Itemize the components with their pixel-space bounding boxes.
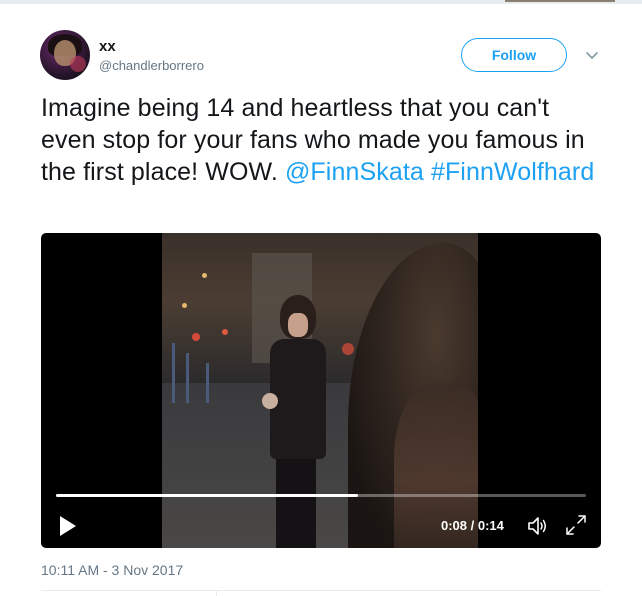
bottom-divider-tick — [216, 590, 217, 596]
chevron-down-icon — [586, 52, 598, 59]
video-pole — [206, 363, 209, 403]
video-pole — [186, 353, 189, 403]
mention-link[interactable]: @FinnSkata — [285, 158, 424, 186]
video-pole — [172, 343, 175, 403]
video-light — [342, 343, 354, 355]
follow-button[interactable]: Follow — [461, 38, 567, 72]
video-time: 0:08 / 0:14 — [441, 518, 504, 533]
video-person — [262, 295, 332, 548]
author-display-name[interactable]: xx — [99, 38, 116, 55]
person-face — [288, 313, 308, 337]
volume-icon — [528, 517, 546, 535]
video-light — [192, 333, 200, 341]
person-hand — [262, 393, 278, 409]
video-light — [182, 303, 187, 308]
avatar[interactable] — [40, 30, 90, 80]
bottom-divider — [41, 590, 601, 591]
tweet-text: Imagine being 14 and heartless that you … — [41, 92, 601, 188]
person-body — [270, 339, 326, 459]
tweet-timestamp[interactable]: 10:11 AM - 3 Nov 2017 — [41, 562, 183, 578]
fullscreen-button[interactable] — [565, 514, 587, 536]
video-progress-fill — [56, 494, 359, 497]
person-legs — [276, 455, 316, 548]
play-icon — [60, 516, 76, 536]
fullscreen-icon — [566, 515, 586, 535]
author-handle[interactable]: @chandlerborrero — [99, 58, 204, 73]
video-player[interactable]: 0:08 / 0:14 — [41, 233, 601, 548]
volume-button[interactable] — [527, 515, 549, 537]
video-progress-bar[interactable] — [56, 494, 586, 497]
video-frame — [162, 233, 478, 548]
video-light — [222, 329, 228, 335]
top-edge-shadow — [505, 0, 615, 2]
play-button[interactable] — [58, 515, 78, 537]
more-options-button[interactable] — [583, 47, 601, 65]
avatar-glow — [70, 56, 86, 72]
hashtag-link[interactable]: #FinnWolfhard — [431, 158, 594, 186]
video-light — [202, 273, 207, 278]
